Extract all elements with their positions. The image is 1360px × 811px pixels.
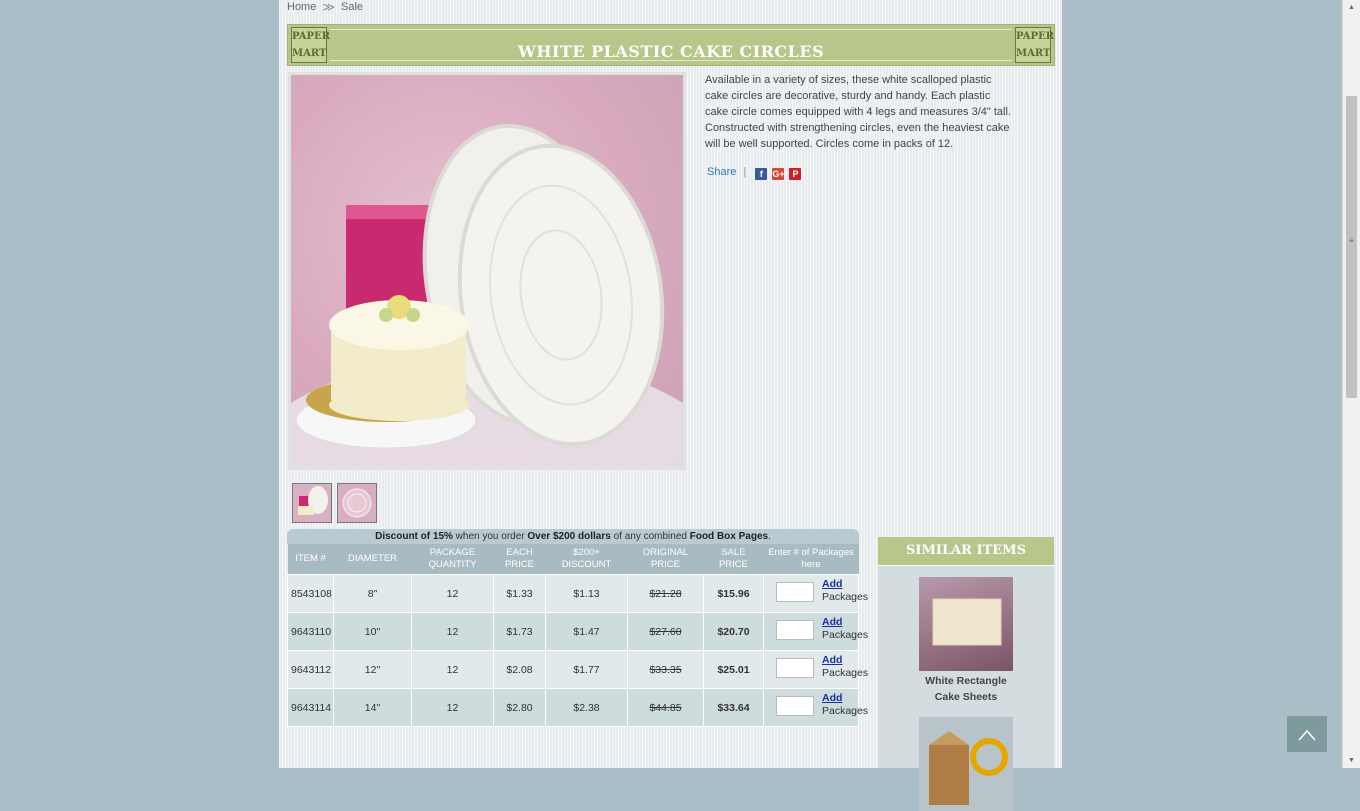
breadcrumb-home[interactable]: Home — [287, 1, 316, 13]
packages-label: Packages — [822, 591, 869, 603]
sale-price: $15.96 — [703, 574, 764, 613]
quantity-cell: Add Packages — [763, 650, 868, 689]
pinterest-icon[interactable]: P — [789, 168, 802, 180]
page-scrollbar[interactable]: ▲ ≡ ▼ — [1342, 0, 1360, 768]
scroll-up-icon[interactable]: ▲ — [1348, 4, 1355, 11]
col-enter-packages: Enter # of Packages here — [763, 544, 859, 575]
breadcrumb-sale[interactable]: Sale — [341, 1, 363, 13]
discount-price: $1.47 — [545, 612, 628, 651]
col-sale-price: SALE PRICE — [703, 544, 764, 575]
quantity-cell: Add Packages — [763, 612, 868, 651]
similar-item-image[interactable] — [919, 717, 1013, 811]
quantity-input[interactable] — [776, 620, 814, 640]
item-number: 9643114 — [287, 688, 334, 727]
page-title: WHITE PLASTIC CAKE CIRCLES — [517, 42, 825, 61]
diameter: 14" — [333, 688, 412, 727]
discount-price: $2.38 — [545, 688, 628, 727]
google-plus-icon[interactable]: G+ — [772, 168, 785, 180]
diameter: 12" — [333, 650, 412, 689]
item-number: 9643110 — [287, 612, 334, 651]
scroll-down-icon[interactable]: ▼ — [1348, 757, 1355, 764]
item-number: 8543108 — [287, 574, 334, 613]
sale-price: $20.70 — [703, 612, 764, 651]
paper-mart-logo: PAPER MART — [291, 27, 330, 63]
diameter: 8" — [333, 574, 412, 613]
diameter: 10" — [333, 612, 412, 651]
discount-price: $1.13 — [545, 574, 628, 613]
back-to-top-button[interactable] — [1287, 716, 1327, 752]
scrollbar-thumb[interactable]: ≡ — [1346, 96, 1357, 398]
discount-price: $1.77 — [545, 650, 628, 689]
item-number: 9643112 — [287, 650, 334, 689]
each-price: $2.08 — [493, 650, 546, 689]
original-price: $27.60 — [627, 612, 704, 651]
each-price: $2.80 — [493, 688, 546, 727]
price-table: ITEM # DIAMETER PACKAGE QUANTITY EACH PRIC… — [287, 544, 868, 727]
quantity-input[interactable] — [776, 696, 814, 716]
similar-item-name[interactable]: White Rectangle Cake Sheets — [878, 673, 1054, 705]
page-content: Home ≫ Sale PAPER MART WHITE PLASTIC CAKE… — [279, 0, 1062, 811]
thumbnail-circles-icon — [342, 488, 372, 518]
breadcrumb-separator-icon: ≫ — [322, 0, 335, 14]
package-quantity: 12 — [411, 650, 494, 689]
price-table-section: Discount of 15% when you order Over $200… — [287, 529, 868, 727]
packages-label: Packages — [822, 667, 869, 679]
cake-circles-photo — [291, 123, 683, 467]
packages-label: Packages — [822, 705, 869, 717]
quantity-cell: Add Packages — [763, 574, 868, 613]
table-header-row: ITEM # DIAMETER PACKAGE QUANTITY EACH PRIC… — [287, 544, 859, 575]
similar-item-image[interactable] — [919, 577, 1013, 671]
sale-price: $25.01 — [703, 650, 764, 689]
box-thumbnail — [929, 731, 1008, 805]
share-row: Share | f G+ P — [707, 166, 802, 182]
col-diameter: DIAMETER — [333, 544, 412, 575]
add-button[interactable]: Add — [822, 654, 842, 666]
each-price: $1.33 — [493, 574, 546, 613]
similar-items-panel: SIMILAR ITEMS White Rectangle Cake Sheet… — [878, 537, 1054, 811]
package-quantity: 12 — [411, 612, 494, 651]
share-link[interactable]: Share — [707, 166, 736, 178]
paper-mart-logo: PAPER MART — [1015, 27, 1054, 63]
breadcrumb: Home ≫ Sale — [287, 0, 363, 14]
quantity-input[interactable] — [776, 658, 814, 678]
product-title-bar: PAPER MART WHITE PLASTIC CAKE CIRCLES PAP… — [287, 24, 1055, 66]
scroll-grip-icon: ≡ — [1349, 236, 1354, 245]
product-description: Available in a variety of sizes, these w… — [705, 74, 1011, 150]
thumbnail-cake-icon — [298, 486, 328, 515]
original-price: $33.35 — [627, 650, 704, 689]
add-button[interactable]: Add — [822, 616, 842, 628]
share-separator: | — [743, 166, 747, 178]
package-quantity: 12 — [411, 574, 494, 613]
col-each-price: EACH PRICE — [493, 544, 546, 575]
table-row: 9643112 12" 12 $2.08 $1.77 $33.35 $25.01… — [287, 650, 868, 689]
title-inner-frame: WHITE PLASTIC CAKE CIRCLES — [330, 29, 1012, 61]
sale-price: $33.64 — [703, 688, 764, 727]
product-thumbnail-1[interactable] — [292, 483, 332, 523]
discount-banner: Discount of 15% when you order Over $200… — [287, 529, 859, 544]
quantity-cell: Add Packages — [763, 688, 868, 727]
package-quantity: 12 — [411, 688, 494, 727]
table-row: 9643110 10" 12 $1.73 $1.47 $27.60 $20.70… — [287, 612, 868, 651]
table-row: 8543108 8" 12 $1.33 $1.13 $21.28 $15.96 … — [287, 574, 868, 613]
original-price: $21.28 — [627, 574, 704, 613]
col-original-price: ORIGINAL PRICE — [627, 544, 704, 575]
similar-items-header: SIMILAR ITEMS — [878, 537, 1054, 566]
facebook-icon[interactable]: f — [755, 168, 768, 180]
product-main-image[interactable] — [291, 75, 683, 467]
col-package-qty: PACKAGE QUANTITY — [411, 544, 494, 575]
chevron-up-icon — [1298, 729, 1316, 741]
table-row: 9643114 14" 12 $2.80 $2.38 $44.85 $33.64… — [287, 688, 868, 727]
cake-sheet-thumbnail — [932, 598, 1002, 646]
add-button[interactable]: Add — [822, 578, 842, 590]
add-button[interactable]: Add — [822, 692, 842, 704]
quantity-input[interactable] — [776, 582, 814, 602]
original-price: $44.85 — [627, 688, 704, 727]
col-discount: $200+ DISCOUNT — [545, 544, 628, 575]
col-item: ITEM # — [287, 544, 334, 575]
each-price: $1.73 — [493, 612, 546, 651]
packages-label: Packages — [822, 629, 869, 641]
product-thumbnail-2[interactable] — [337, 483, 377, 523]
